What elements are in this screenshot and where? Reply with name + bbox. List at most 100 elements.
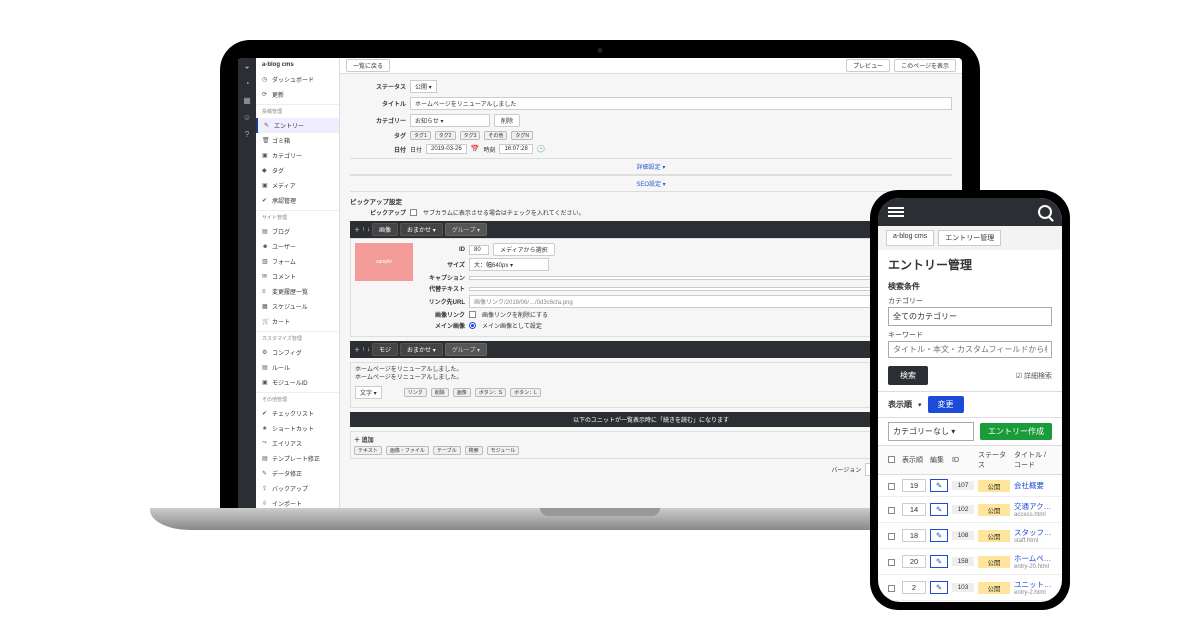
nav-datafix[interactable]: ✎データ修正 — [256, 466, 339, 481]
kw-input[interactable] — [888, 341, 1052, 358]
change-button[interactable]: 変更 — [928, 396, 964, 413]
nav-update[interactable]: ⟳更新 — [256, 87, 339, 102]
chip-img[interactable]: 画像 — [453, 388, 471, 397]
size-select[interactable]: 大：幅640px ▾ — [469, 258, 549, 271]
add-search[interactable]: 検索 — [465, 446, 483, 455]
row-title-link[interactable]: 会社概要 — [1014, 480, 1052, 491]
nav-template[interactable]: ▤テンプレート修正 — [256, 451, 339, 466]
search-icon[interactable] — [1038, 205, 1052, 219]
row-checkbox[interactable] — [888, 507, 895, 514]
detail-search-toggle[interactable]: ☑ 詳細検索 — [1016, 371, 1052, 381]
nav-history[interactable]: ≡変更履歴一覧 — [256, 284, 339, 299]
mainimg-radio[interactable] — [469, 322, 476, 329]
rail-grid-icon[interactable]: ▦ — [243, 96, 251, 105]
row-checkbox[interactable] — [888, 585, 895, 592]
unit-fit-select[interactable]: おまかせ ▾ — [400, 223, 443, 236]
nav-alias[interactable]: ⤳エイリアス — [256, 436, 339, 451]
viewpage-button[interactable]: このページを表示 — [894, 59, 956, 72]
add-table[interactable]: テーブル — [433, 446, 461, 455]
clock-icon[interactable]: 🕒 — [537, 145, 546, 153]
text-format-select[interactable]: 文字 ▾ — [355, 386, 382, 399]
rail-user-icon[interactable]: ☺ — [243, 113, 251, 122]
nav-config[interactable]: ⚙コンフィグ — [256, 345, 339, 360]
pickup-checkbox[interactable] — [410, 209, 417, 216]
row-checkbox[interactable] — [888, 533, 895, 540]
seo-banner[interactable]: SEO設定 ▾ — [350, 175, 952, 192]
calendar-icon[interactable]: 📅 — [471, 145, 480, 153]
nav-trash[interactable]: 🗑ゴミ箱 — [256, 133, 339, 148]
nav-blog[interactable]: ▤ブログ — [256, 224, 339, 239]
row-order[interactable]: 20 — [902, 555, 926, 568]
unit2-plus-icon[interactable]: ＋ — [354, 345, 360, 354]
nav-cart[interactable]: 🛒カート — [256, 314, 339, 329]
nav-backup[interactable]: ⇪バックアップ — [256, 481, 339, 496]
chip-btn-s[interactable]: ボタン：S — [475, 388, 506, 397]
nav-tag[interactable]: ◆タグ — [256, 163, 339, 178]
nav-media[interactable]: ▣メディア — [256, 178, 339, 193]
nav-user[interactable]: ☻ユーザー — [256, 239, 339, 254]
nav-comment[interactable]: ✉コメント — [256, 269, 339, 284]
row-order[interactable]: 18 — [902, 529, 926, 542]
row-title-link[interactable]: 交通アクセスaccess.html — [1014, 501, 1052, 518]
media-select-button[interactable]: メディアから選択 — [493, 243, 555, 256]
imglink-checkbox[interactable] — [469, 311, 476, 318]
row-order[interactable]: 2 — [902, 581, 926, 594]
unit-up-icon[interactable]: ↑ — [362, 227, 365, 233]
cat-select[interactable]: 全てのカテゴリー — [888, 307, 1052, 326]
image-thumbnail[interactable]: sample — [355, 243, 413, 281]
row-edit-button[interactable]: ✎ — [930, 555, 948, 568]
sort-caret-icon[interactable]: ▾ — [918, 401, 922, 409]
nav-entry[interactable]: ✎エントリー — [256, 118, 339, 133]
status-select[interactable]: 公開 ▾ — [410, 80, 437, 93]
tag-chip[interactable]: その他 — [484, 131, 507, 140]
row-edit-button[interactable]: ✎ — [930, 503, 948, 516]
add-text[interactable]: テキスト — [354, 446, 382, 455]
row-title-link[interactable]: ホームページをリ…entry-20.html — [1014, 553, 1052, 570]
unit-type-select[interactable]: 画像 — [372, 223, 398, 236]
nav-shortcut[interactable]: ★ショートカット — [256, 421, 339, 436]
rail-bell-icon[interactable]: ◔ — [245, 79, 250, 88]
category-select[interactable]: お知らせ ▾ — [410, 114, 490, 127]
unit2-fit-select[interactable]: おまかせ ▾ — [400, 343, 443, 356]
row-order[interactable]: 14 — [902, 503, 926, 516]
tag-chip[interactable]: タグ1 — [410, 131, 431, 140]
tag-chip[interactable]: タグ3 — [460, 131, 481, 140]
nav-category[interactable]: ▣カテゴリー — [256, 148, 339, 163]
rail-help-icon[interactable]: ? — [245, 130, 249, 139]
tag-chip[interactable]: タグ2 — [435, 131, 456, 140]
row-checkbox[interactable] — [888, 559, 895, 566]
th-checkbox[interactable] — [888, 456, 895, 463]
unit-down-icon[interactable]: ↓ — [367, 227, 370, 233]
nav-approval[interactable]: ✔承認管理 — [256, 193, 339, 208]
unit-plus-icon[interactable]: ＋ — [354, 225, 360, 234]
chip-del[interactable]: 削除 — [431, 388, 449, 397]
new-entry-button[interactable]: エントリー作成 — [980, 423, 1052, 440]
nav-schedule[interactable]: ▦スケジュール — [256, 299, 339, 314]
category-delete-button[interactable]: 削除 — [494, 114, 520, 127]
row-edit-button[interactable]: ✎ — [930, 581, 948, 594]
row-checkbox[interactable] — [888, 483, 895, 490]
add-module[interactable]: モジュール — [487, 446, 520, 455]
unit-group-select[interactable]: グループ ▾ — [445, 223, 487, 236]
unit2-type-select[interactable]: モジ — [372, 343, 398, 356]
time-input[interactable]: 16:07:28 — [499, 144, 532, 154]
unit2-group-select[interactable]: グループ ▾ — [445, 343, 487, 356]
row-title-link[interactable]: ユニットによる画…entry-2.html — [1014, 579, 1052, 596]
detail-banner[interactable]: 詳細設定 ▾ — [350, 158, 952, 175]
nav-module[interactable]: ▣モジュールID — [256, 375, 339, 390]
unit2-down-icon[interactable]: ↓ — [367, 347, 370, 353]
text-body[interactable]: ホームページをリニューアルしました。 ホームページをリニューアルしました。 — [355, 367, 947, 383]
search-button[interactable]: 検索 — [888, 366, 928, 385]
nav-dashboard[interactable]: ◷ダッシュボード — [256, 72, 339, 87]
nav-form[interactable]: ▥フォーム — [256, 254, 339, 269]
preview-button[interactable]: プレビュー — [846, 59, 890, 72]
chip-link[interactable]: リンク — [404, 388, 427, 397]
catnone-select[interactable]: カテゴリーなし ▾ — [888, 422, 974, 441]
back-button[interactable]: 一覧に戻る — [346, 59, 390, 72]
row-edit-button[interactable]: ✎ — [930, 529, 948, 542]
hamburger-icon[interactable] — [888, 207, 904, 217]
chip-btn-l[interactable]: ボタン：L — [510, 388, 541, 397]
row-edit-button[interactable]: ✎ — [930, 479, 948, 492]
unit2-up-icon[interactable]: ↑ — [362, 347, 365, 353]
add-image[interactable]: 画像・ファイル — [386, 446, 429, 455]
